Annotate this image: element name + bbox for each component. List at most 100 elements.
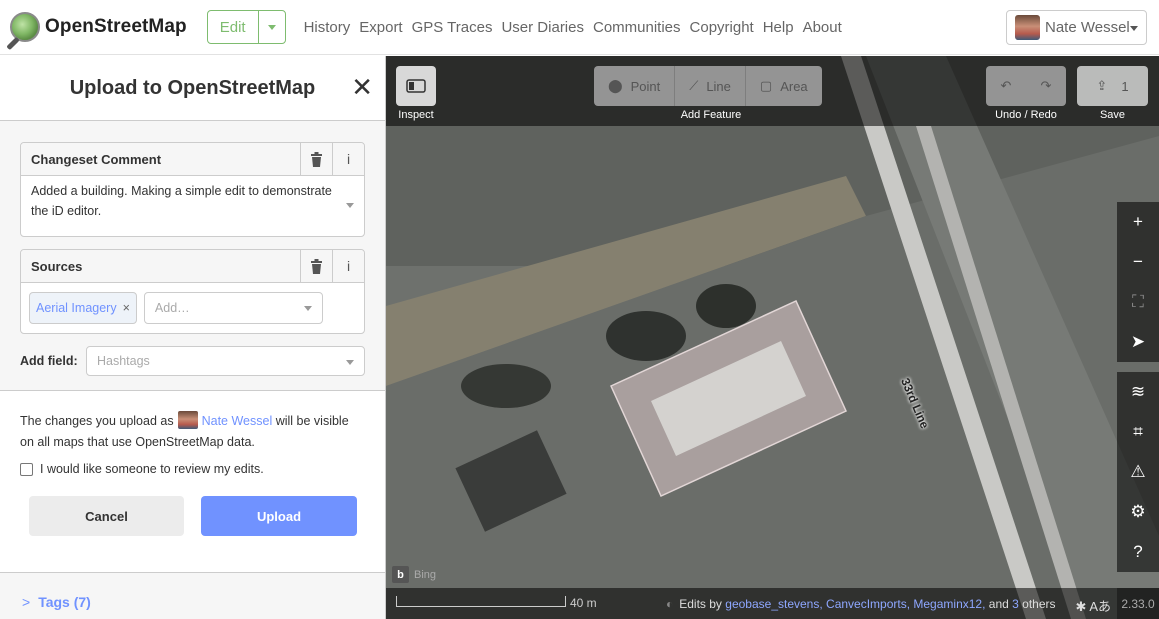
sources-field: Sources i Aerial Imagery × Add… — [20, 249, 365, 334]
upload-button[interactable]: Upload — [201, 496, 357, 536]
trash-icon[interactable] — [300, 142, 332, 176]
changeset-comment-text: Added a building. Making a simple edit t… — [31, 184, 332, 218]
chevron-down-icon — [346, 360, 354, 365]
edit-button[interactable]: Edit — [208, 11, 259, 43]
add-feature-group: ⬤ Point ⟋ Line ▢ Area — [594, 66, 822, 106]
notice-text-before: The changes you upload as — [20, 414, 174, 428]
aerial-imagery — [386, 56, 1159, 619]
mode-label: Area — [780, 78, 808, 94]
add-area-button[interactable]: ▢ Area — [746, 66, 822, 106]
attribution-and: and — [988, 597, 1009, 611]
map-view[interactable]: 33rd Line Inspect ⬤ Point ⟋ Line ▢ Area Add… — [386, 56, 1159, 619]
inspect-button[interactable] — [396, 66, 436, 106]
top-navigation-bar: OpenStreetMap Edit History Export GPS Tr… — [0, 0, 1159, 55]
nav-link-user-diaries[interactable]: User Diaries — [501, 19, 584, 36]
user-menu-button[interactable]: Nate Wessel — [1006, 10, 1147, 45]
user-name: Nate Wessel — [1045, 19, 1130, 36]
source-add-combo[interactable]: Add… — [143, 292, 323, 324]
avatar — [177, 411, 198, 429]
edit-dropdown-button[interactable] — [259, 11, 285, 43]
action-buttons: Cancel Upload — [0, 476, 385, 536]
sidebar-title: Upload to OpenStreetMap — [69, 76, 316, 99]
sources-label: Sources — [31, 258, 83, 274]
undo-button[interactable]: ↶ — [986, 66, 1026, 106]
zoom-to-selection-icon[interactable]: ⛶ — [1117, 282, 1159, 322]
cancel-button[interactable]: Cancel — [29, 496, 184, 536]
map-toolbar: Inspect ⬤ Point ⟋ Line ▢ Area Add Feature ↶… — [386, 56, 1159, 126]
review-checkbox[interactable] — [20, 462, 33, 476]
sources-chips: Aerial Imagery × Add… — [21, 283, 364, 333]
avatar — [1015, 15, 1040, 40]
scale-text: 40 m — [570, 596, 597, 610]
map-panes: ≋ ⌗ ⚠ ⚙ ? — [1117, 372, 1159, 572]
add-feature-label: Add Feature — [680, 109, 742, 121]
add-line-button[interactable]: ⟋ Line — [675, 66, 746, 106]
add-point-button[interactable]: ⬤ Point — [594, 66, 676, 106]
scale-bar[interactable] — [396, 596, 566, 607]
layers-icon[interactable]: ≋ — [1117, 372, 1159, 412]
map-data-icon[interactable]: ⌗ — [1117, 412, 1159, 452]
close-icon[interactable]: ✕ — [351, 74, 373, 100]
add-field-label: Add field: — [20, 354, 78, 368]
zoom-in-icon[interactable]: + — [1117, 202, 1159, 242]
combo-placeholder: Add… — [154, 301, 190, 315]
spinner-icon: ◐ — [666, 597, 674, 611]
nav-link-history[interactable]: History — [304, 19, 351, 36]
nav-link-communities[interactable]: Communities — [593, 19, 681, 36]
chip-label: Aerial Imagery — [36, 301, 117, 315]
changeset-comment-label: Changeset Comment — [31, 151, 162, 167]
issues-icon[interactable]: ⚠ — [1117, 452, 1159, 492]
nav-link-about[interactable]: About — [803, 19, 842, 36]
add-field-combo[interactable]: Hashtags — [86, 346, 365, 376]
upload-icon: ⇪ — [1096, 78, 1108, 93]
translate-icon[interactable]: Aあ — [1089, 599, 1111, 614]
save-label: Save — [1099, 109, 1126, 121]
edit-button-group: Edit — [206, 10, 286, 44]
logo-text: OpenStreetMap — [45, 16, 187, 37]
nav-link-copyright[interactable]: Copyright — [690, 19, 754, 36]
changeset-comment-field: Changeset Comment i Added a building. Ma… — [20, 142, 365, 237]
redo-button[interactable]: ↷ — [1026, 66, 1066, 106]
preferences-icon[interactable]: ⚙ — [1117, 492, 1159, 532]
undo-icon: ↶ — [1000, 78, 1012, 93]
chevron-down-icon — [1130, 26, 1138, 31]
attribution-others-count[interactable]: 3 — [1012, 597, 1019, 611]
bing-logo-icon: b — [392, 566, 409, 583]
line-icon: ⟋ — [689, 78, 699, 93]
geolocate-icon[interactable]: ➤ — [1117, 322, 1159, 362]
bug-icon[interactable]: ✱ — [1076, 599, 1087, 614]
imagery-attribution: b Bing — [392, 566, 436, 583]
tags-label: Tags (7) — [38, 594, 91, 610]
trash-icon[interactable] — [300, 249, 332, 283]
tags-disclosure[interactable]: > Tags (7) — [0, 572, 385, 619]
sidebar-header: Upload to OpenStreetMap ✕ — [0, 56, 385, 121]
field-header: Changeset Comment i — [21, 142, 364, 176]
remove-chip-icon[interactable]: × — [123, 301, 130, 315]
changeset-form: Changeset Comment i Added a building. Ma… — [0, 121, 385, 391]
nav-link-export[interactable]: Export — [359, 19, 402, 36]
attribution-users[interactable]: geobase_stevens, CanvecImports, Megaminx… — [725, 597, 985, 611]
help-icon[interactable]: ? — [1117, 532, 1159, 572]
changeset-comment-textarea[interactable]: Added a building. Making a simple edit t… — [21, 176, 364, 236]
user-profile-link[interactable]: Nate Wessel — [202, 414, 273, 428]
info-icon[interactable]: i — [332, 142, 364, 176]
review-label[interactable]: I would like someone to review my edits. — [40, 462, 264, 476]
nav-link-help[interactable]: Help — [763, 19, 794, 36]
info-icon[interactable]: i — [332, 249, 364, 283]
footer-icons: ✱ Aあ — [1076, 596, 1111, 615]
attribution-others: others — [1022, 597, 1056, 611]
area-icon: ▢ — [759, 78, 773, 93]
field-header: Sources i — [21, 249, 364, 283]
mode-label: Point — [630, 78, 661, 94]
osm-logo[interactable]: OpenStreetMap — [10, 12, 187, 42]
zoom-out-icon[interactable]: − — [1117, 242, 1159, 282]
osm-logo-icon — [10, 12, 40, 42]
chevron-down-icon — [267, 24, 276, 30]
save-button[interactable]: ⇪ 1 — [1077, 66, 1148, 106]
save-count: 1 — [1121, 78, 1129, 94]
nav-link-gps-traces[interactable]: GPS Traces — [412, 19, 493, 36]
pin-icon: ⬤ — [608, 78, 623, 93]
chevron-down-icon — [303, 306, 312, 311]
sidebar-toggle-icon — [406, 79, 426, 93]
undo-redo-label: Undo / Redo — [995, 109, 1057, 121]
